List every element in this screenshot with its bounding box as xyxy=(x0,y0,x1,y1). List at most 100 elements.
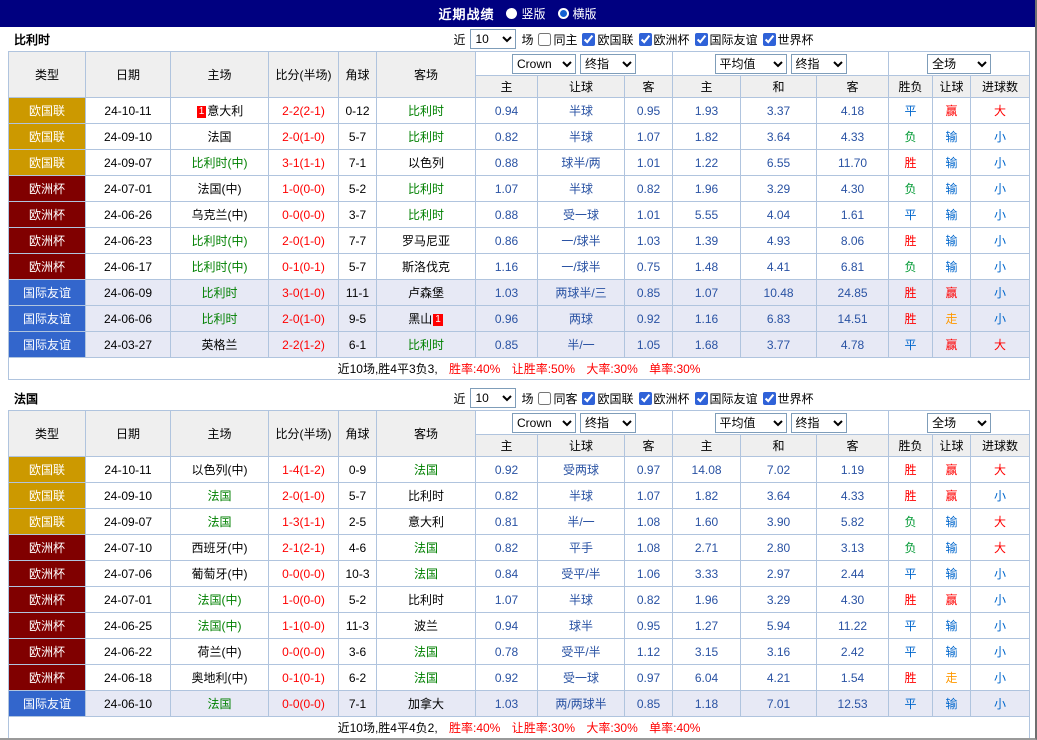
over-rate: 大率:30% xyxy=(586,721,637,735)
nations-league-checkbox[interactable] xyxy=(582,392,595,405)
avg-away-odds: 3.13 xyxy=(817,535,889,561)
friendly-checkbox[interactable] xyxy=(695,392,708,405)
home-team: 以色列(中) xyxy=(171,457,269,483)
friendly-filter[interactable]: 国际友谊 xyxy=(695,31,758,48)
col-type: 类型 xyxy=(9,52,86,98)
average-index-select[interactable]: 终指 xyxy=(791,413,847,433)
avg-draw-odds: 7.02 xyxy=(741,457,817,483)
avg-home-odds: 14.08 xyxy=(673,457,741,483)
match-count-select[interactable]: 10 xyxy=(470,29,516,49)
avg-away-odds: 5.82 xyxy=(817,509,889,535)
avg-draw-odds: 3.64 xyxy=(741,483,817,509)
match-date: 24-07-06 xyxy=(86,561,171,587)
odds-index-select[interactable]: 终指 xyxy=(580,413,636,433)
col-away: 客场 xyxy=(377,52,476,98)
home-team: 乌克兰(中) xyxy=(171,202,269,228)
match-row: 欧洲杯 24-06-18 奥地利(中) 0-1(0-1) 6-2 法国 0.92… xyxy=(9,665,1030,691)
home-team: 奥地利(中) xyxy=(171,665,269,691)
odds-handicap: 半/一 xyxy=(538,332,625,358)
same-away-filter[interactable]: 同客 xyxy=(538,390,577,407)
odds-handicap: 半球 xyxy=(538,483,625,509)
result-cell: 负 xyxy=(889,176,933,202)
col-avg-home: 主 xyxy=(673,435,741,457)
radio-checked-icon xyxy=(558,8,569,19)
competition-type: 欧国联 xyxy=(9,483,86,509)
avg-draw-odds: 5.94 xyxy=(741,613,817,639)
nations-league-filter[interactable]: 欧国联 xyxy=(582,390,633,407)
competition-type: 国际友谊 xyxy=(9,691,86,717)
match-date: 24-09-07 xyxy=(86,150,171,176)
matches-label: 场 xyxy=(521,390,533,407)
odds-handicap: 平手 xyxy=(538,535,625,561)
odds-home: 0.78 xyxy=(476,639,538,665)
avg-away-odds: 2.42 xyxy=(817,639,889,665)
match-score: 3-1(1-1) xyxy=(269,150,339,176)
world-cup-checkbox[interactable] xyxy=(763,392,776,405)
euro-checkbox[interactable] xyxy=(639,392,652,405)
world-cup-checkbox[interactable] xyxy=(763,33,776,46)
scope-select[interactable]: 全场 xyxy=(927,54,991,74)
match-row: 欧洲杯 24-06-22 荷兰(中) 0-0(0-0) 3-6 法国 0.78 … xyxy=(9,639,1030,665)
odds-home: 0.94 xyxy=(476,613,538,639)
euro-checkbox[interactable] xyxy=(639,33,652,46)
match-row: 欧洲杯 24-07-10 西班牙(中) 2-1(2-1) 4-6 法国 0.82… xyxy=(9,535,1030,561)
away-team: 罗马尼亚 xyxy=(377,228,476,254)
match-score: 0-0(0-0) xyxy=(269,202,339,228)
odds-handicap: 两球半/三 xyxy=(538,280,625,306)
matches-label: 场 xyxy=(521,31,533,48)
avg-draw-odds: 6.83 xyxy=(741,306,817,332)
average-source-header: 平均值 终指 xyxy=(673,52,889,76)
avg-home-odds: 5.55 xyxy=(673,202,741,228)
same-away-checkbox[interactable] xyxy=(538,392,551,405)
filters-belgium: 近 10 场 同主 欧国联 欧洲杯 国际友谊 世界杯 xyxy=(453,29,813,49)
friendly-checkbox[interactable] xyxy=(695,33,708,46)
result-cell: 负 xyxy=(889,124,933,150)
col-score: 比分(半场) xyxy=(269,411,339,457)
odds-source-header: Crown 终指 xyxy=(476,411,673,435)
bookmaker-select[interactable]: Crown xyxy=(512,413,576,433)
bookmaker-select[interactable]: Crown xyxy=(512,54,576,74)
avg-home-odds: 1.96 xyxy=(673,176,741,202)
euro-filter[interactable]: 欧洲杯 xyxy=(639,31,690,48)
average-index-select[interactable]: 终指 xyxy=(791,54,847,74)
match-row: 欧洲杯 24-06-17 比利时(中) 0-1(0-1) 5-7 斯洛伐克 1.… xyxy=(9,254,1030,280)
nations-league-checkbox[interactable] xyxy=(582,33,595,46)
friendly-filter[interactable]: 国际友谊 xyxy=(695,390,758,407)
avg-away-odds: 11.22 xyxy=(817,613,889,639)
layout-vertical-option[interactable]: 竖版 xyxy=(506,5,545,22)
odd-rate: 单率:30% xyxy=(649,362,700,376)
match-score: 2-0(1-0) xyxy=(269,124,339,150)
handicap-result-cell: 输 xyxy=(933,691,971,717)
euro-filter[interactable]: 欧洲杯 xyxy=(639,390,690,407)
col-corner: 角球 xyxy=(339,52,377,98)
match-count-select[interactable]: 10 xyxy=(470,388,516,408)
col-avg-draw: 和 xyxy=(741,76,817,98)
col-away: 客场 xyxy=(377,411,476,457)
corners: 2-5 xyxy=(339,509,377,535)
corners: 5-7 xyxy=(339,124,377,150)
scope-select[interactable]: 全场 xyxy=(927,413,991,433)
average-select[interactable]: 平均值 xyxy=(715,54,787,74)
odds-index-select[interactable]: 终指 xyxy=(580,54,636,74)
average-select[interactable]: 平均值 xyxy=(715,413,787,433)
odds-handicap: 一/球半 xyxy=(538,228,625,254)
world-cup-filter[interactable]: 世界杯 xyxy=(763,390,814,407)
world-cup-filter[interactable]: 世界杯 xyxy=(763,31,814,48)
result-cell: 平 xyxy=(889,561,933,587)
avg-away-odds: 4.18 xyxy=(817,98,889,124)
goals-cell: 小 xyxy=(971,691,1030,717)
col-type: 类型 xyxy=(9,411,86,457)
nations-league-filter[interactable]: 欧国联 xyxy=(582,31,633,48)
competition-type: 欧洲杯 xyxy=(9,561,86,587)
away-team: 法国 xyxy=(377,665,476,691)
away-team: 法国 xyxy=(377,639,476,665)
odds-away: 0.95 xyxy=(625,613,673,639)
layout-horizontal-option[interactable]: 横版 xyxy=(558,5,597,22)
home-team: 英格兰 xyxy=(171,332,269,358)
result-cell: 胜 xyxy=(889,280,933,306)
same-home-checkbox[interactable] xyxy=(538,33,551,46)
result-cell: 平 xyxy=(889,332,933,358)
odds-away: 1.03 xyxy=(625,228,673,254)
same-home-filter[interactable]: 同主 xyxy=(538,31,577,48)
redcard-badge: 1 xyxy=(433,314,443,326)
